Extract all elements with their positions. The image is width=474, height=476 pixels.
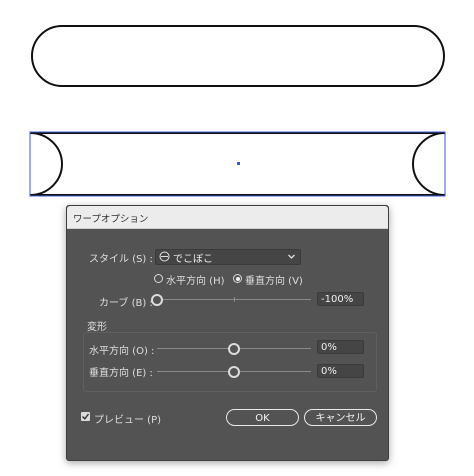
vertical-distortion-knob[interactable] (228, 366, 240, 378)
horizontal-radio[interactable] (154, 274, 163, 283)
stadium-shape[interactable] (31, 25, 445, 87)
center-point (237, 162, 240, 165)
bend-slider-knob[interactable] (151, 294, 163, 306)
ok-button[interactable]: OK (226, 409, 299, 426)
chevron-down-icon (288, 254, 295, 259)
preview-checkbox[interactable] (81, 412, 90, 421)
vertical-distortion-field[interactable]: 0% (317, 364, 364, 378)
checkmark-icon (82, 413, 90, 420)
cancel-button[interactable]: キャンセル (304, 409, 377, 426)
bend-label: カーブ (B) : (99, 298, 153, 309)
vertical-radio[interactable] (233, 274, 242, 283)
horizontal-radio-label: 水平方向 (H) (166, 276, 225, 287)
dialog-titlebar[interactable]: ワープオプション (67, 206, 388, 229)
bend-slider-center-tick (234, 297, 235, 302)
style-select[interactable]: でこぼこ (155, 249, 301, 265)
dialog-title: ワープオプション (73, 214, 149, 225)
style-value: でこぼこ (173, 254, 213, 265)
vertical-radio-label: 垂直方向 (V) (245, 276, 303, 287)
horizontal-distortion-knob[interactable] (228, 343, 240, 355)
horizontal-distortion-field[interactable]: 0% (317, 340, 364, 354)
warped-shape[interactable] (29, 131, 446, 197)
horizontal-distortion-label: 水平方向 (O) : (89, 346, 155, 357)
vertical-distortion-label: 垂直方向 (E) : (89, 368, 153, 379)
bend-field[interactable]: -100% (317, 292, 364, 306)
preview-label: プレビュー (P) (94, 415, 162, 426)
warp-options-dialog: ワープオプション スタイル (S) : でこぼこ 水平方向 (H) 垂直方向 (… (66, 205, 389, 461)
bulge-icon (159, 251, 170, 262)
distortion-group-label: 変形 (87, 322, 107, 333)
style-label: スタイル (S) : (89, 254, 153, 265)
